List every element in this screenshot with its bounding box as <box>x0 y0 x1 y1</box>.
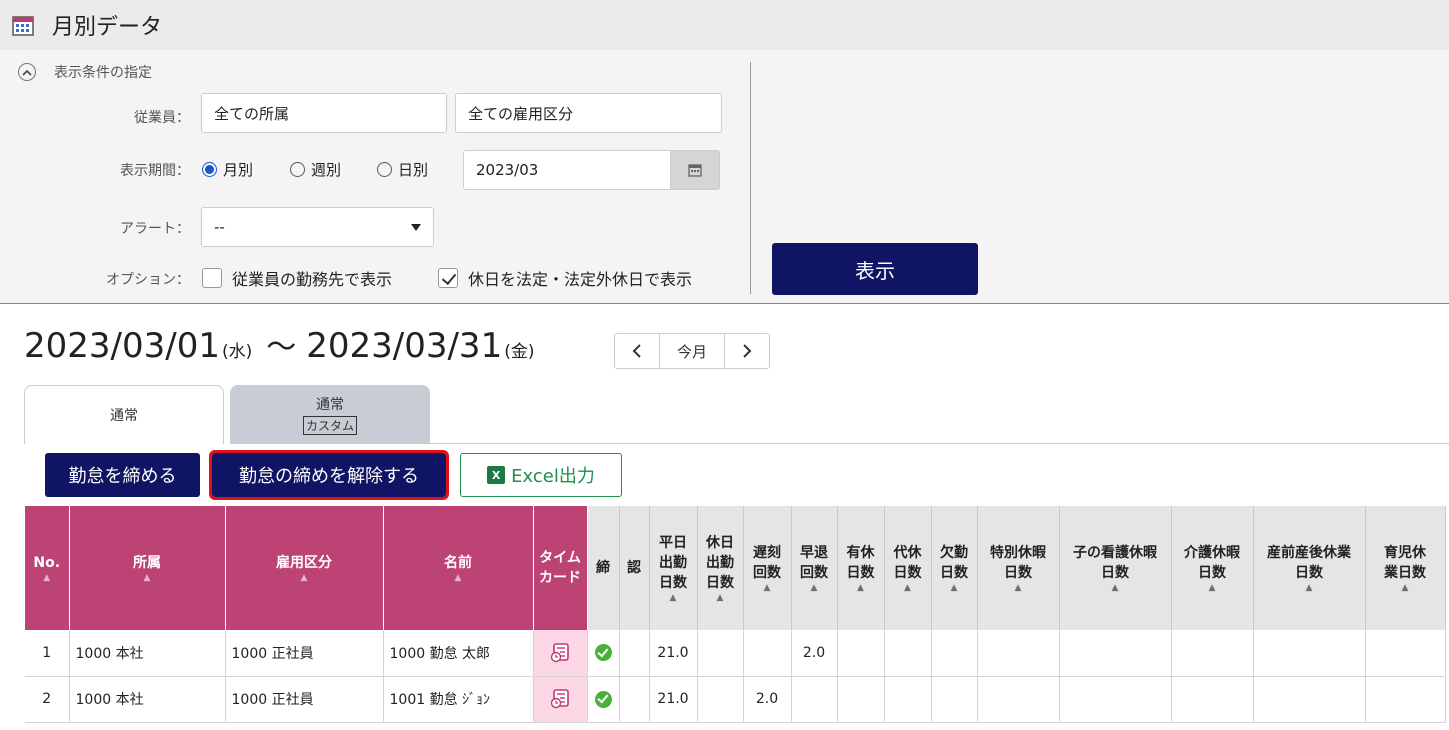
divider <box>750 62 751 294</box>
range-end-date: 2023/03/31 <box>306 326 503 366</box>
chevron-left-icon <box>632 344 641 358</box>
date-range: 2023/03/01 (水) 〜 2023/03/31 (金) <box>24 322 538 366</box>
col-header-no[interactable]: No. ▲ <box>25 506 70 630</box>
range-start-date: 2023/03/01 <box>24 326 220 366</box>
page-title: 月別データ <box>52 15 163 40</box>
radio-icon[interactable] <box>290 162 305 177</box>
excel-export-button[interactable]: X Excel出力 <box>460 453 622 497</box>
excel-icon: X <box>487 466 506 484</box>
table-header-row: No. ▲ 所属 ▲ 雇用区分 ▲ 名前 ▲ タイムカード 締 認 平日出勤日数 ▲ 休日… <box>25 506 1446 630</box>
col-header-holiday[interactable]: 休日出勤日数 ▲ <box>697 506 744 630</box>
timecard-icon[interactable] <box>550 689 570 709</box>
this-month-button[interactable]: 今月 <box>659 334 725 368</box>
period-label: 表示期間： <box>120 163 190 179</box>
conditions-toggle[interactable]: 表示条件の指定 <box>18 62 152 82</box>
period-daily-radio[interactable]: 日別 <box>377 159 428 180</box>
alert-label: アラート： <box>120 221 190 237</box>
period-weekly-radio[interactable]: 週別 <box>290 159 341 180</box>
tab-normal[interactable]: 通常 <box>24 385 224 444</box>
close-attendance-button[interactable]: 勤怠を締める <box>45 453 200 497</box>
timecard-button[interactable] <box>533 630 588 677</box>
checkbox-icon[interactable] <box>202 268 222 288</box>
range-tilde: 〜 <box>266 330 297 365</box>
col-header-absence[interactable]: 欠勤日数 ▲ <box>931 506 978 630</box>
col-header-maternity-leave[interactable]: 産前産後休業日数 ▲ <box>1253 506 1366 630</box>
date-input[interactable]: 2023/03 <box>463 150 671 190</box>
conditions-header: 表示条件の指定 <box>54 65 152 81</box>
period-monthly-radio[interactable]: 月別 <box>202 159 253 180</box>
conditions-panel: 表示条件の指定 従業員： 全ての所属 全ての雇用区分 表示期間： 月別 週別 日… <box>0 50 1449 304</box>
employee-dept-field[interactable]: 全ての所属 <box>201 93 447 133</box>
radio-selected-icon[interactable] <box>202 162 217 177</box>
tab-divider <box>430 443 1449 444</box>
alert-select[interactable]: -- <box>201 207 434 247</box>
checkbox-checked-icon[interactable] <box>438 268 458 288</box>
col-header-closed: 締 <box>587 506 620 630</box>
col-header-nursing-leave[interactable]: 介護休暇日数 ▲ <box>1171 506 1254 630</box>
employee-type-field[interactable]: 全ての雇用区分 <box>455 93 722 133</box>
range-end-weekday: (金) <box>504 342 535 362</box>
dropdown-arrow-icon <box>411 224 421 231</box>
closed-status <box>587 630 620 677</box>
next-month-button[interactable] <box>725 334 769 368</box>
show-button[interactable]: 表示 <box>772 243 978 295</box>
tab-normal-custom[interactable]: 通常 カスタム <box>230 385 430 444</box>
col-header-type[interactable]: 雇用区分 ▲ <box>225 506 384 630</box>
check-circle-icon <box>594 644 612 662</box>
date-picker-button[interactable] <box>670 150 720 190</box>
col-header-dept[interactable]: 所属 ▲ <box>69 506 226 630</box>
col-header-child-care-leave[interactable]: 子の看護休暇日数 ▲ <box>1059 506 1172 630</box>
timecard-button[interactable] <box>533 676 588 723</box>
col-header-early[interactable]: 早退回数 ▲ <box>791 506 838 630</box>
col-header-childcare-leave[interactable]: 育児休業日数 ▲ <box>1365 506 1446 630</box>
attendance-table: No. ▲ 所属 ▲ 雇用区分 ▲ 名前 ▲ タイムカード 締 認 平日出勤日数 ▲ 休日… <box>25 506 1446 723</box>
chevron-up-icon[interactable] <box>18 63 36 81</box>
option-label: オプション： <box>106 272 190 288</box>
col-header-timecard: タイムカード <box>533 506 588 630</box>
chevron-right-icon <box>743 344 752 358</box>
col-header-late[interactable]: 遅刻回数 ▲ <box>743 506 792 630</box>
timecard-icon[interactable] <box>550 642 570 663</box>
month-pager: 今月 <box>614 333 770 369</box>
col-header-weekday[interactable]: 平日出勤日数 ▲ <box>649 506 698 630</box>
col-header-name[interactable]: 名前 ▲ <box>383 506 534 630</box>
table-row: 2 1000 本社 1000 正社員 1001 勤怠 ｼﾞｮﾝ 21.0 2.0 <box>25 676 1446 723</box>
unclose-attendance-button[interactable]: 勤怠の締めを解除する <box>209 450 449 500</box>
check-circle-icon <box>594 690 612 708</box>
col-header-paid-leave[interactable]: 有休日数 ▲ <box>837 506 885 630</box>
option-holiday-checkbox[interactable]: 休日を法定・法定外休日で表示 <box>438 266 692 290</box>
calendar-icon <box>688 164 702 177</box>
prev-month-button[interactable] <box>615 334 659 368</box>
calendar-icon <box>12 16 34 36</box>
tab-sub-label: カスタム <box>302 416 357 435</box>
option-workplace-checkbox[interactable]: 従業員の勤務先で表示 <box>202 266 392 290</box>
range-start-weekday: (水) <box>221 342 253 362</box>
closed-status <box>587 676 620 723</box>
col-header-comp-leave[interactable]: 代休日数 ▲ <box>884 506 932 630</box>
employee-label: 従業員： <box>134 110 190 126</box>
col-header-approved: 認 <box>619 506 650 630</box>
radio-icon[interactable] <box>377 162 392 177</box>
col-header-special-leave[interactable]: 特別休暇日数 ▲ <box>977 506 1060 630</box>
table-row: 1 1000 本社 1000 正社員 1000 勤怠 太郎 21.0 2.0 <box>25 630 1446 677</box>
title-bar: 月別データ <box>0 0 1449 50</box>
